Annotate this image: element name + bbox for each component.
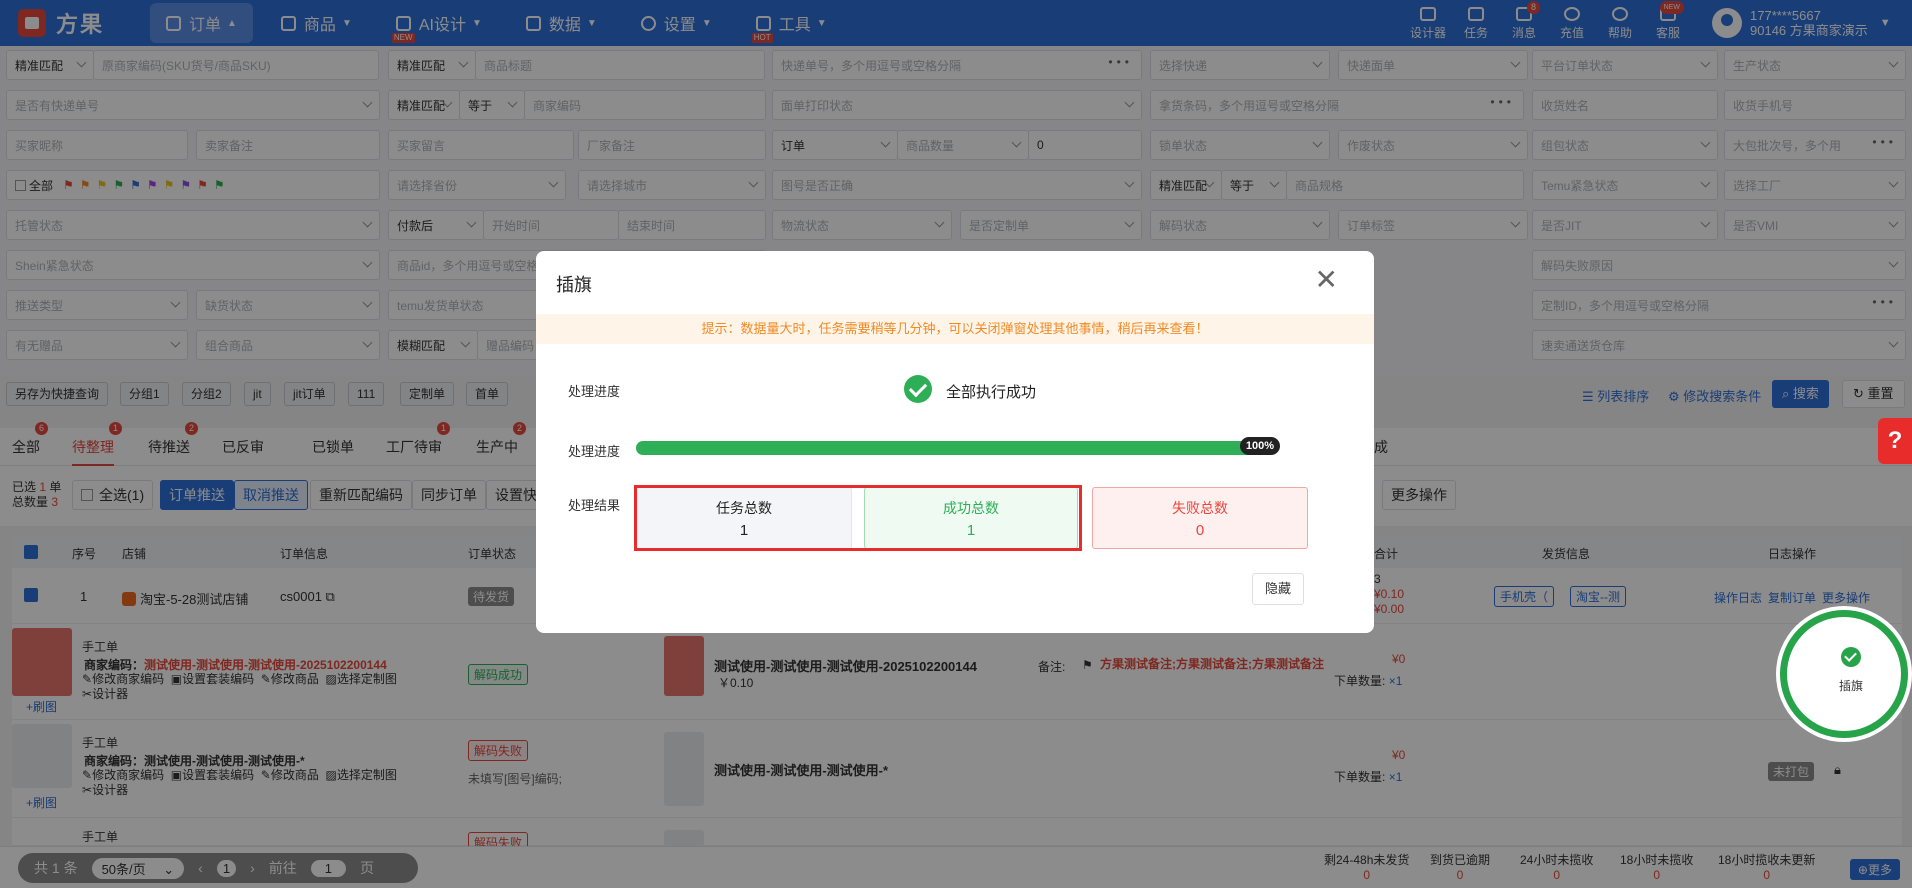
- progress-bar: 100%: [636, 437, 1280, 455]
- fail-total-card: 失败总数 0: [1092, 487, 1308, 549]
- modal-title: 插旗: [556, 275, 592, 295]
- status-text: 全部执行成功: [946, 384, 1037, 401]
- modal-tip: 提示：数据量大时，任务需要稍等几分钟，可以关闭弹窗处理其他事情，稍后再来查看！: [536, 314, 1374, 344]
- progress-ring: 插旗: [1780, 610, 1908, 738]
- hide-button[interactable]: 隐藏: [1251, 573, 1304, 605]
- success-check-icon: [904, 375, 932, 403]
- progress-percent: 100%: [1239, 437, 1280, 455]
- flag-modal: 插旗 ✕ 提示：数据量大时，任务需要稍等几分钟，可以关闭弹窗处理其他事情，稍后再…: [536, 251, 1374, 633]
- check-icon: [1841, 647, 1861, 667]
- flag-task-float[interactable]: 插旗: [1776, 606, 1912, 742]
- close-icon[interactable]: ✕: [1315, 265, 1338, 295]
- help-float-button[interactable]: ?: [1878, 418, 1912, 464]
- highlight-frame: [634, 485, 1082, 551]
